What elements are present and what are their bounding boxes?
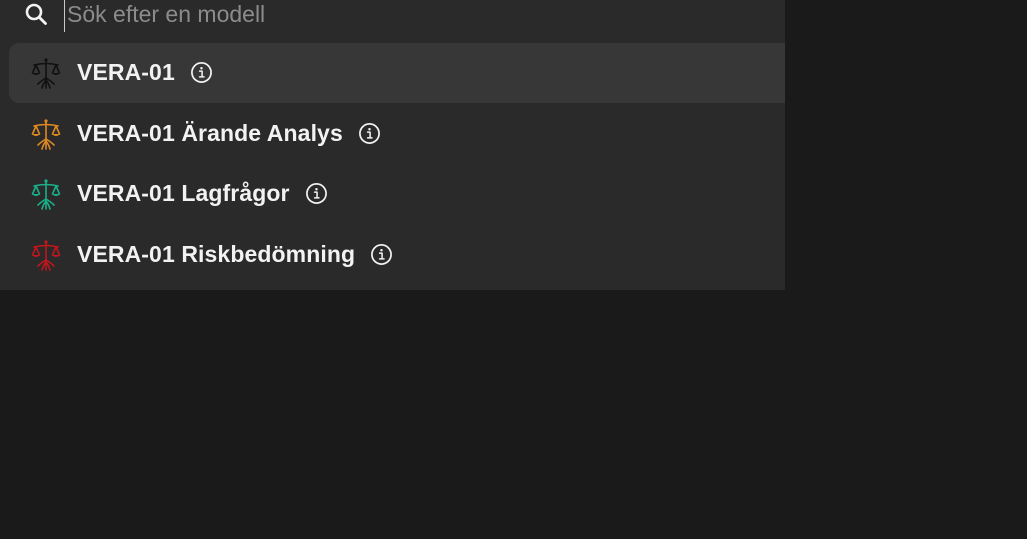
- model-item-vera-01-arende-analys[interactable]: VERA-01 Ärande Analys: [0, 104, 785, 164]
- model-list: VERA-01 VERA-01 Ärande Analys VERA-01 La…: [0, 43, 785, 285]
- scales-icon: [31, 179, 61, 210]
- scales-icon: [31, 239, 61, 271]
- scales-icon: [31, 58, 61, 89]
- model-item-vera-01-riskbedomning[interactable]: VERA-01 Riskbedömning: [0, 225, 785, 285]
- info-icon[interactable]: [305, 182, 328, 205]
- info-icon[interactable]: [370, 243, 393, 266]
- search-input[interactable]: [64, 0, 767, 32]
- model-item-label: VERA-01 Lagfrågor: [77, 180, 290, 206]
- info-icon[interactable]: [190, 61, 213, 84]
- model-item-vera-01-lagfragor[interactable]: VERA-01 Lagfrågor: [0, 164, 785, 224]
- info-icon[interactable]: [358, 122, 381, 145]
- model-item-label: VERA-01 Ärande Analys: [77, 119, 343, 146]
- model-item-label: VERA-01: [77, 59, 175, 85]
- search-bar: [0, 0, 785, 34]
- search-icon: [25, 3, 47, 25]
- model-picker-panel: VERA-01 VERA-01 Ärande Analys VERA-01 La…: [0, 0, 785, 290]
- model-item-vera-01[interactable]: VERA-01: [9, 43, 785, 103]
- scales-icon: [31, 118, 61, 150]
- model-item-label: VERA-01 Riskbedömning: [77, 240, 356, 267]
